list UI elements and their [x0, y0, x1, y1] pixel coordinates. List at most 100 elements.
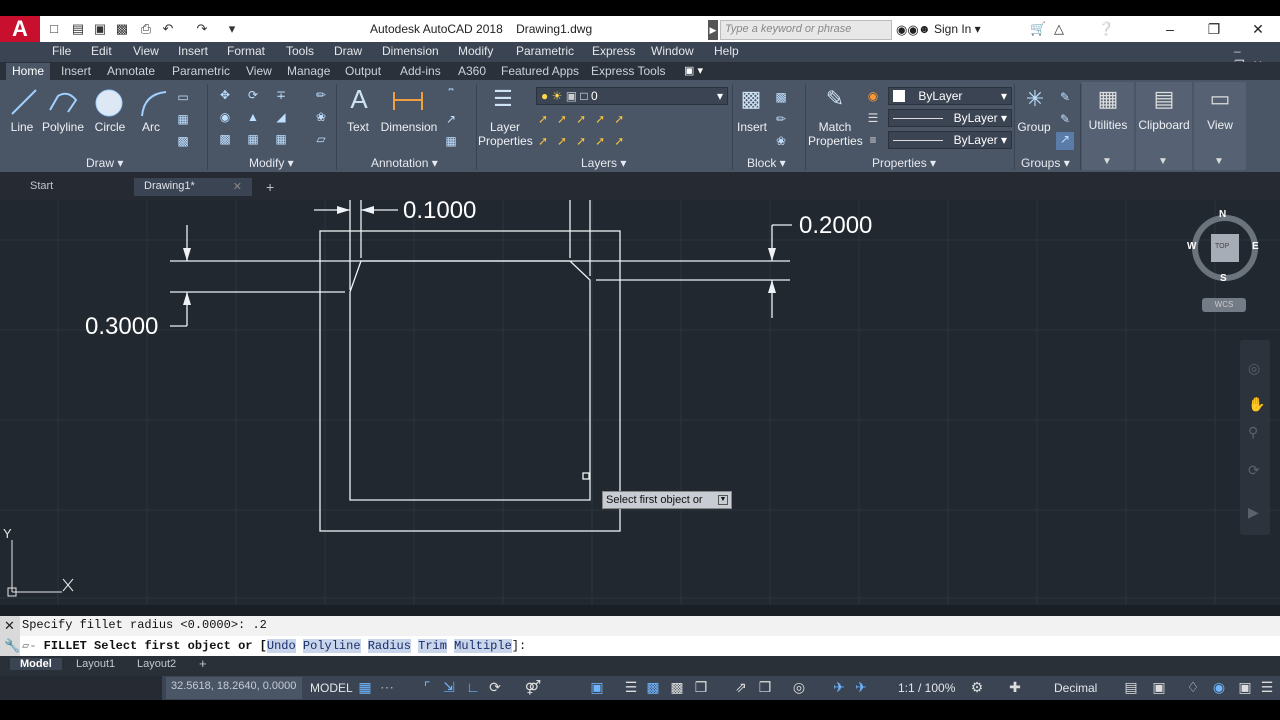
- trim-icon[interactable]: ∓: [274, 88, 288, 102]
- array-icon[interactable]: ▦: [274, 132, 288, 146]
- customization-menu-icon[interactable]: ☰: [1258, 678, 1276, 696]
- hardware-acceleration-icon[interactable]: ◉: [1210, 678, 1228, 696]
- plot-icon[interactable]: ⎙: [138, 20, 154, 38]
- tooltip-options-icon[interactable]: ▼: [718, 495, 728, 505]
- orbit-icon[interactable]: ⟳: [1248, 462, 1260, 479]
- tab-output[interactable]: Output: [339, 63, 387, 80]
- layer-properties-tool[interactable]: Layer Properties: [478, 120, 533, 148]
- text-tool[interactable]: Text: [340, 120, 376, 134]
- annotation-panel-title[interactable]: Annotation ▾: [371, 156, 438, 170]
- offset-icon[interactable]: ▱: [314, 132, 328, 146]
- stretch-icon[interactable]: ▩: [218, 132, 232, 146]
- table-icon[interactable]: ▦: [444, 134, 458, 148]
- minimize-button[interactable]: –: [1152, 18, 1188, 40]
- tab-start[interactable]: Start: [20, 178, 63, 196]
- menu-help[interactable]: Help: [714, 44, 739, 58]
- selection-filter-icon[interactable]: ❒: [756, 678, 774, 696]
- color-dropdown[interactable]: ByLayer ▾: [888, 87, 1012, 105]
- option-trim[interactable]: Trim: [418, 639, 447, 653]
- lineweight-dropdown[interactable]: ByLayer ▾: [888, 131, 1012, 149]
- group-edit-icon[interactable]: ✎: [1058, 112, 1072, 126]
- save-as-icon[interactable]: ▩: [114, 20, 130, 38]
- rectangle-icon[interactable]: ▭: [176, 90, 190, 104]
- quick-properties-icon[interactable]: ▤: [1122, 678, 1140, 696]
- polar-tracking-icon[interactable]: ⟳: [486, 678, 504, 696]
- zoom-extents-icon[interactable]: ⚲: [1248, 424, 1258, 441]
- customize-command-icon[interactable]: 🔧: [4, 638, 20, 654]
- menu-format[interactable]: Format: [227, 44, 265, 58]
- undo-icon[interactable]: ↶: [160, 20, 176, 38]
- viewcube-south[interactable]: S: [1220, 273, 1227, 284]
- viewcube-top-face[interactable]: TOP: [1215, 243, 1229, 250]
- option-undo[interactable]: Undo: [266, 639, 296, 653]
- view-panel[interactable]: ▭ View ▼: [1194, 82, 1246, 170]
- viewcube-west[interactable]: W: [1187, 241, 1196, 252]
- tab-model[interactable]: Model: [10, 658, 62, 670]
- close-command-icon[interactable]: ✕: [4, 618, 15, 634]
- layer-tools-row-1[interactable]: ➚➚➚➚➚: [538, 112, 633, 126]
- menu-insert[interactable]: Insert: [178, 44, 208, 58]
- match-properties-tool[interactable]: Match Properties: [808, 120, 863, 148]
- annotation-monitor-icon[interactable]: ✚: [1006, 678, 1024, 696]
- selection-cycling-icon[interactable]: ▩: [668, 678, 686, 696]
- object-snap-icon[interactable]: ▣: [588, 678, 606, 696]
- sign-in-button[interactable]: ☻ Sign In ▾: [918, 22, 981, 36]
- annotation-scale[interactable]: 1:1 / 100%: [898, 681, 955, 695]
- linetype-icon[interactable]: ≡: [866, 133, 880, 147]
- hatch-icon[interactable]: ▦: [176, 112, 190, 126]
- menu-window[interactable]: Window: [651, 44, 694, 58]
- clean-screen-icon[interactable]: ▣: [1236, 678, 1254, 696]
- help-icon[interactable]: ❔: [1098, 21, 1114, 37]
- tab-manage[interactable]: Manage: [281, 63, 336, 80]
- dimension-tool[interactable]: Dimension: [380, 120, 438, 134]
- open-file-icon[interactable]: ▤: [70, 20, 86, 38]
- pan-icon[interactable]: ✋: [1248, 396, 1265, 413]
- grid-display-icon[interactable]: ▦: [356, 678, 374, 696]
- layers-panel-title[interactable]: Layers ▾: [581, 156, 626, 170]
- coordinate-display[interactable]: 32.5618, 18.2640, 0.0000: [166, 677, 302, 699]
- utilities-panel[interactable]: ▦ Utilities ▼: [1082, 82, 1134, 170]
- option-polyline[interactable]: Polyline: [302, 639, 361, 653]
- annotation-visibility-icon[interactable]: ✈: [830, 678, 848, 696]
- ribbon-minimize-icon[interactable]: ▣ ▾: [684, 64, 703, 77]
- auto-scale-icon[interactable]: ✈: [852, 678, 870, 696]
- tab-drawing1[interactable]: Drawing1* ✕: [134, 178, 252, 196]
- showmotion-icon[interactable]: ▶: [1248, 504, 1259, 521]
- gizmo-icon[interactable]: ◎: [790, 678, 808, 696]
- tab-home[interactable]: Home: [6, 63, 51, 80]
- mirror-icon[interactable]: ▲: [246, 110, 260, 124]
- insert-tool[interactable]: Insert: [734, 120, 770, 134]
- linear-dim-icon[interactable]: ⎴: [444, 88, 458, 102]
- lock-ui-icon[interactable]: ▣: [1150, 678, 1168, 696]
- dynamic-ucs-icon[interactable]: ⇗: [732, 678, 750, 696]
- isometric-drafting-icon[interactable]: ⚤: [524, 678, 542, 696]
- draw-panel-title[interactable]: Draw ▾: [86, 156, 123, 170]
- clipboard-panel[interactable]: ▤ Clipboard ▼: [1136, 82, 1192, 170]
- navigation-bar[interactable]: ◎ ✋ ⚲ ⟳ ▶: [1240, 340, 1270, 535]
- block-panel-title[interactable]: Block ▾: [747, 156, 786, 170]
- search-input[interactable]: Type a keyword or phrase: [720, 20, 892, 40]
- snap-mode-icon[interactable]: ⋯: [378, 678, 396, 696]
- command-line-input[interactable]: ▱- FILLET Select first object or [Undo P…: [0, 636, 1280, 656]
- steering-wheel-icon[interactable]: ◎: [1248, 360, 1260, 377]
- copy-icon[interactable]: ◉: [218, 110, 232, 124]
- polyline-tool[interactable]: Polyline: [40, 120, 86, 134]
- menu-tools[interactable]: Tools: [286, 44, 314, 58]
- binoculars-icon[interactable]: ◉◉: [896, 22, 919, 38]
- infer-constraints-icon[interactable]: ⌜: [418, 678, 436, 696]
- new-file-icon[interactable]: □: [46, 20, 62, 38]
- viewcube-east[interactable]: E: [1252, 241, 1259, 252]
- properties-panel-title[interactable]: Properties ▾: [872, 156, 936, 170]
- menu-file[interactable]: File: [52, 44, 71, 58]
- model-space-toggle[interactable]: MODEL: [310, 681, 353, 695]
- linetype-dropdown[interactable]: ByLayer ▾: [888, 109, 1012, 127]
- dynamic-input-icon[interactable]: ⇲: [440, 678, 458, 696]
- ungroup-icon[interactable]: ✎: [1058, 90, 1072, 104]
- tab-layout2[interactable]: Layout2: [127, 658, 186, 670]
- modify-panel-title[interactable]: Modify ▾: [249, 156, 294, 170]
- menu-dimension[interactable]: Dimension: [382, 44, 439, 58]
- tab-annotate[interactable]: Annotate: [101, 63, 161, 80]
- tab-parametric[interactable]: Parametric: [166, 63, 236, 80]
- wcs-menu[interactable]: WCS: [1202, 298, 1246, 312]
- create-block-icon[interactable]: ▩: [774, 90, 788, 104]
